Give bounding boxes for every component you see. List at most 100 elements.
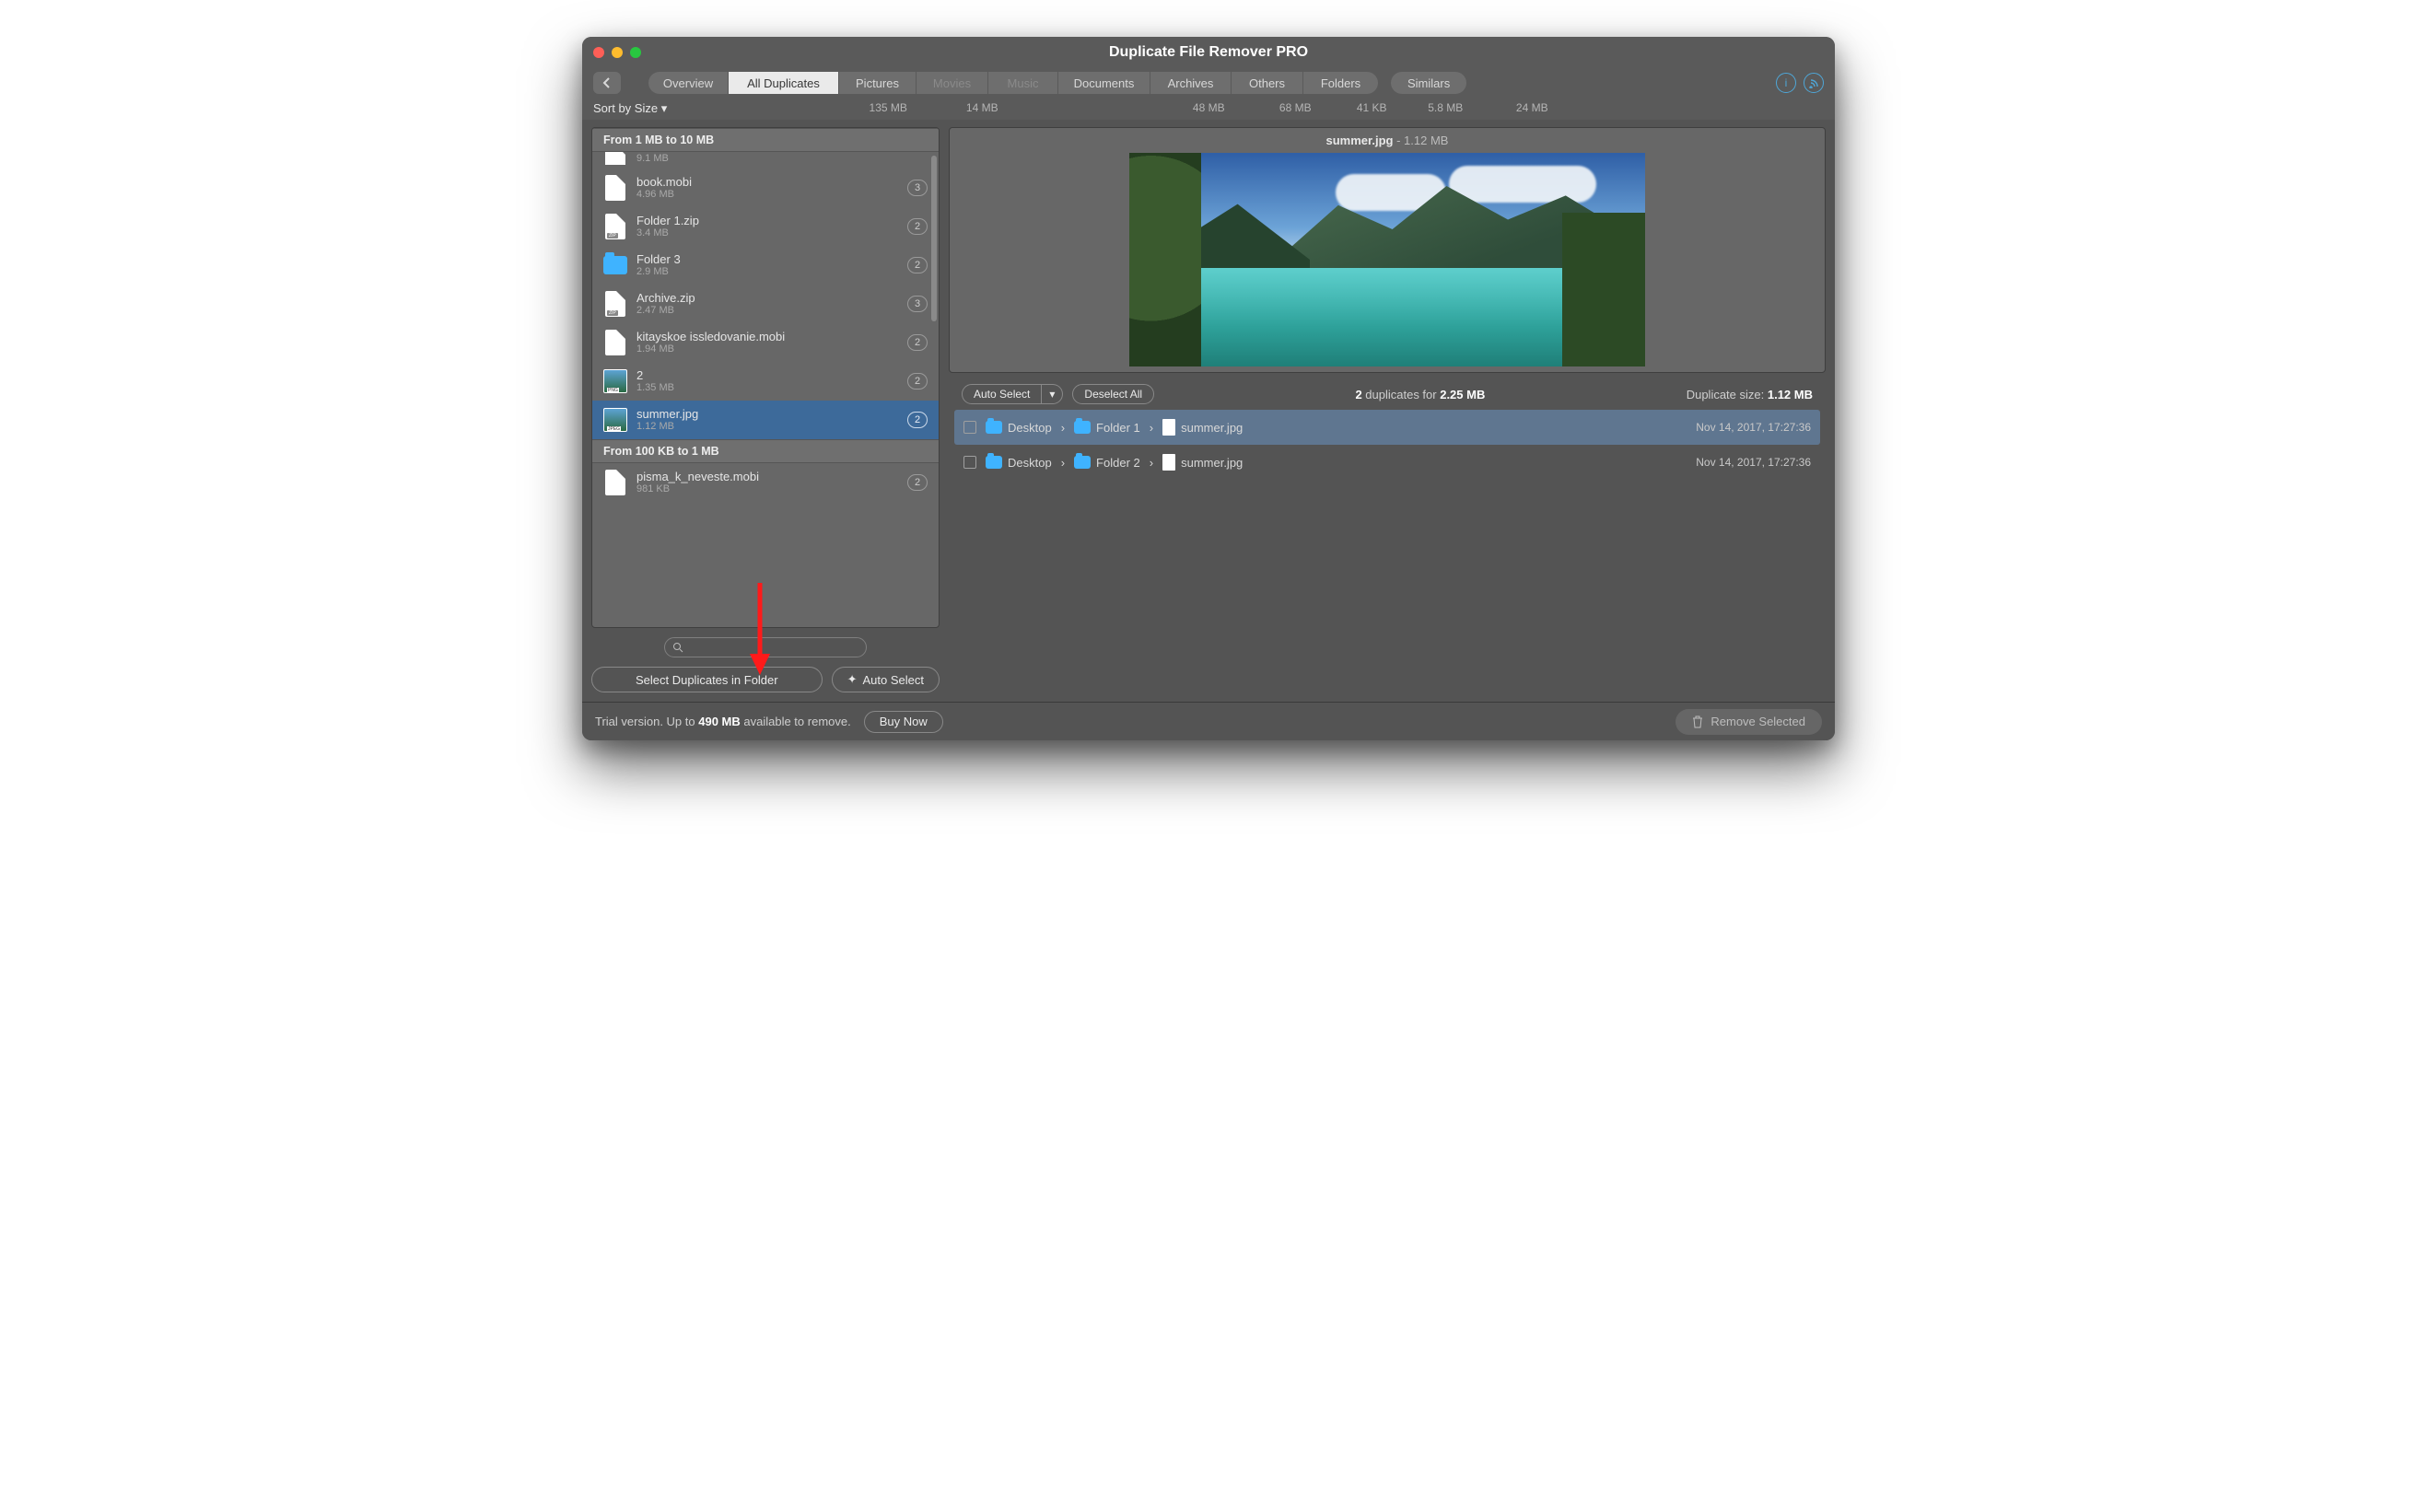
tab-size: 5.8 MB — [1407, 101, 1483, 114]
timestamp: Nov 14, 2017, 17:27:36 — [1696, 456, 1811, 469]
count-badge: 2 — [907, 257, 928, 273]
file-icon — [603, 367, 627, 395]
tab-size: 135 MB — [833, 101, 943, 114]
file-name: summer.jpg — [636, 408, 698, 421]
file-name: 2 — [636, 369, 674, 382]
rss-icon[interactable] — [1804, 73, 1824, 93]
title-bar: Duplicate File Remover PRO — [582, 37, 1835, 68]
tab-bar: OverviewAll DuplicatesPicturesMoviesMusi… — [582, 68, 1835, 98]
remove-selected-button[interactable]: Remove Selected — [1676, 709, 1822, 735]
deselect-all-button[interactable]: Deselect All — [1072, 384, 1154, 404]
tab-pictures[interactable]: Pictures — [838, 72, 916, 94]
checkbox[interactable] — [963, 421, 976, 434]
back-button[interactable] — [593, 72, 621, 94]
tab-movies[interactable]: Movies — [916, 72, 987, 94]
list-item[interactable]: summer.jpg1.12 MB2 — [592, 401, 939, 439]
sparkle-icon: ✦ — [847, 672, 858, 687]
tab-archives[interactable]: Archives — [1150, 72, 1231, 94]
file-name: kitayskoe issledovanie.mobi — [636, 331, 785, 343]
count-badge: 2 — [907, 474, 928, 491]
file-icon — [603, 329, 627, 356]
trial-text: Trial version. Up to 490 MB available to… — [595, 715, 851, 728]
file-size: 2.9 MB — [636, 266, 681, 277]
file-size: 2.47 MB — [636, 305, 695, 316]
file-list[interactable]: From 1 MB to 10 MB9.1 MBbook.mobi4.96 MB… — [591, 127, 940, 628]
list-item[interactable]: Archive.zip2.47 MB 3 — [592, 285, 939, 323]
footer-bar: Trial version. Up to 490 MB available to… — [582, 702, 1835, 740]
list-item[interactable]: Folder 32.9 MB 2 — [592, 246, 939, 285]
tab-size: 14 MB — [943, 101, 1021, 114]
file-size: 9.1 MB — [636, 153, 669, 164]
list-item[interactable]: 9.1 MB — [592, 152, 939, 169]
list-item[interactable]: Folder 1.zip3.4 MB2 — [592, 207, 939, 246]
file-size: 981 KB — [636, 483, 759, 494]
auto-select-dropdown[interactable]: Auto Select ▾ — [962, 384, 1063, 404]
chevron-down-icon[interactable]: ▾ — [1042, 384, 1063, 404]
scrollbar[interactable] — [931, 156, 937, 321]
list-item[interactable]: 21.35 MB2 — [592, 362, 939, 401]
list-item[interactable]: kitayskoe issledovanie.mobi1.94 MB2 — [592, 323, 939, 362]
timestamp: Nov 14, 2017, 17:27:36 — [1696, 421, 1811, 434]
folder-icon — [1074, 421, 1091, 434]
crumb-text: summer.jpg — [1181, 456, 1243, 470]
crumb-text: Folder 1 — [1096, 421, 1140, 435]
checkbox[interactable] — [963, 456, 976, 469]
file-icon — [603, 469, 627, 496]
folder-icon — [1074, 456, 1091, 469]
tab-music[interactable]: Music — [987, 72, 1057, 94]
app-window: Duplicate File Remover PRO OverviewAll D… — [582, 37, 1835, 740]
file-name: Archive.zip — [636, 292, 695, 305]
tab-size — [753, 101, 833, 114]
info-icon[interactable]: i — [1776, 73, 1796, 93]
tab-all-duplicates[interactable]: All Duplicates — [728, 72, 838, 94]
duplicate-row[interactable]: Desktop›Folder 2›summer.jpgNov 14, 2017,… — [954, 445, 1820, 480]
count-badge: 2 — [907, 373, 928, 390]
left-panel: From 1 MB to 10 MB9.1 MBbook.mobi4.96 MB… — [591, 127, 940, 692]
file-icon — [603, 213, 627, 240]
count-badge: 3 — [907, 296, 928, 312]
file-name: Folder 1.zip — [636, 215, 699, 227]
chevron-right-icon: › — [1061, 421, 1065, 435]
folder-icon — [986, 421, 1002, 434]
tab-similars[interactable]: Similars — [1391, 72, 1466, 94]
window-title: Duplicate File Remover PRO — [582, 44, 1835, 61]
file-icon — [603, 406, 627, 434]
list-item[interactable]: book.mobi4.96 MB3 — [592, 169, 939, 207]
file-name: book.mobi — [636, 176, 692, 189]
right-panel: summer.jpg - 1.12 MB Auto Select ▾ Desel… — [949, 127, 1826, 692]
search-input[interactable] — [664, 637, 867, 657]
file-icon — [1162, 454, 1175, 471]
tab-documents[interactable]: Documents — [1057, 72, 1150, 94]
group-header: From 100 KB to 1 MB — [592, 439, 939, 463]
auto-select-pill[interactable]: Auto Select — [962, 384, 1042, 404]
tab-folders[interactable]: Folders — [1302, 72, 1378, 94]
duplicates-summary: 2 duplicates for 2.25 MB — [1163, 388, 1677, 401]
auto-select-button[interactable]: ✦Auto Select — [832, 667, 940, 692]
folder-icon — [986, 456, 1002, 469]
file-size: 4.96 MB — [636, 189, 692, 200]
chevron-right-icon: › — [1150, 456, 1153, 470]
chevron-right-icon: › — [1061, 456, 1065, 470]
tab-overview[interactable]: Overview — [648, 72, 728, 94]
buy-now-button[interactable]: Buy Now — [864, 711, 943, 733]
select-duplicates-in-folder-button[interactable]: Select Duplicates in Folder — [591, 667, 823, 692]
count-badge: 2 — [907, 218, 928, 235]
preview-panel: summer.jpg - 1.12 MB — [949, 127, 1826, 373]
file-name: pisma_k_neveste.mobi — [636, 471, 759, 483]
sizes-row: Sort by Size ▾ 135 MB14 MB48 MB68 MB41 K… — [582, 98, 1835, 120]
tab-size: 68 MB — [1255, 101, 1336, 114]
tab-size: 48 MB — [1162, 101, 1255, 114]
file-icon — [1162, 419, 1175, 436]
count-badge: 2 — [907, 412, 928, 428]
file-icon — [603, 174, 627, 202]
list-item[interactable]: pisma_k_neveste.mobi981 KB 2 — [592, 463, 939, 502]
duplicate-row[interactable]: Desktop›Folder 1›summer.jpgNov 14, 2017,… — [954, 410, 1820, 445]
chevron-left-icon — [602, 77, 612, 88]
tab-others[interactable]: Others — [1231, 72, 1302, 94]
crumb-text: summer.jpg — [1181, 421, 1243, 435]
crumb-text: Desktop — [1008, 456, 1052, 470]
file-name: Folder 3 — [636, 253, 681, 266]
tab-size — [1021, 101, 1092, 114]
duplicates-toolbar: Auto Select ▾ Deselect All 2 duplicates … — [949, 373, 1826, 410]
sort-button[interactable]: Sort by Size ▾ — [593, 101, 667, 116]
